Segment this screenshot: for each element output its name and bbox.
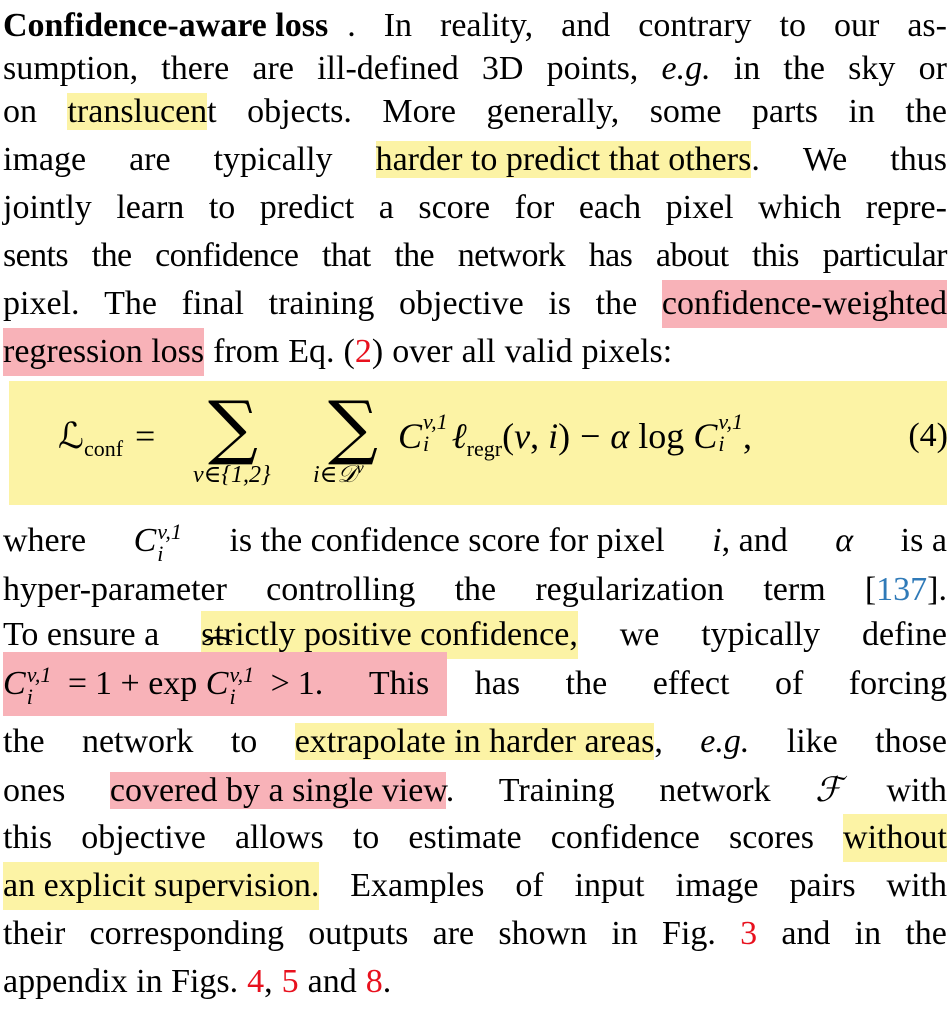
equation-ref-link[interactable]: 2 [355, 333, 372, 370]
highlight-extrapolate: extrapolate in harder areas [294, 723, 655, 760]
text-line-14: ones covered by a single view. Training … [3, 770, 947, 810]
highlight-single-view: covered by a single view [109, 772, 446, 809]
highlight-without: without [843, 814, 947, 862]
inline-formula: Cv,1 i = 1 + exp ⏜ Cv,1 i >1. [3, 637, 324, 710]
text-line-15: this objective allows to estimate confid… [3, 814, 947, 862]
text-line-18: appendix in Figs. 4, 5 and 8. [3, 958, 947, 1006]
figure-ref-link[interactable]: 4 [247, 963, 264, 1000]
figure-ref-link[interactable]: 8 [366, 963, 383, 1000]
text-line-2: sumption, there are ill-defined 3D point… [3, 50, 947, 87]
figure-ref-link[interactable]: 3 [740, 910, 757, 958]
text-line-3: on translucent objects. More generally, … [3, 93, 947, 130]
highlight-harder-to-predict: harder to predict that others [375, 141, 752, 178]
text-line-12: Cv,1 i = 1 + exp ⏜ Cv,1 i >1. This has the e… [3, 637, 947, 710]
text-line-13: the network to extrapolate in harder are… [3, 723, 947, 760]
text-line-4: image are typically harder to predict th… [3, 141, 947, 178]
text-line-16: an explicit supervision. Examples of inp… [3, 862, 947, 910]
sum-symbol: ∑ [208, 386, 258, 468]
figure-ref-link[interactable]: 5 [282, 958, 299, 1006]
text-line-7: pixel. The final training objective is t… [3, 280, 947, 328]
sum-symbol: ∑ [328, 386, 378, 468]
highlight-confidence-weighted: confidence-weighted [661, 280, 947, 328]
text-line-6: sents the confidence that the network ha… [3, 237, 947, 274]
citation-link[interactable]: 137 [876, 571, 927, 608]
highlight-translucent: translucen [67, 93, 208, 130]
text-line-5: jointly learn to predict a score for eac… [3, 189, 947, 226]
highlight-explicit-supervision: an explicit supervision. [3, 862, 320, 910]
text-line-1: Confidence-aware loss. In reality, and c… [3, 2, 947, 50]
text-line-8: regression loss from Eq. (2) over all va… [3, 328, 947, 376]
text-line-9: where Cv,1 i is the confidence score for … [3, 519, 947, 567]
text-line-10: hyper-parameter controlling the regulari… [3, 571, 947, 608]
paper-page: Confidence-aware loss. In reality, and c… [0, 0, 952, 1016]
highlight-regression-loss: regression loss [3, 328, 205, 376]
equation-4: ℒconf = ∑ v∈{1,2} ∑ i∈𝒟v Cv,1 i ℓregr(v, i)… [58, 386, 948, 488]
paragraph-heading: Confidence-aware loss [3, 7, 329, 44]
equation-number: (4) [908, 417, 948, 454]
text-line-17: their corresponding outputs are shown in… [3, 910, 947, 958]
